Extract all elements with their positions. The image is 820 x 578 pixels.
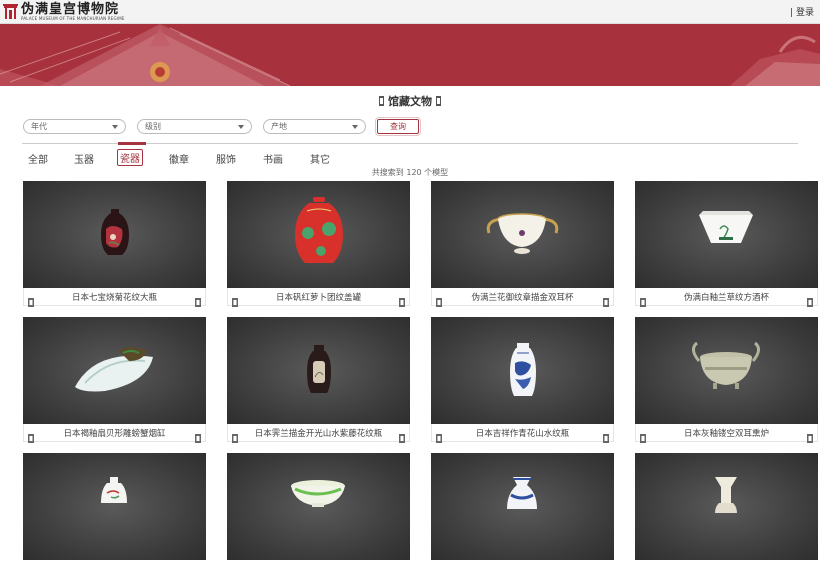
artifact-card[interactable] [635,453,818,578]
artifact-title: 日本褐釉扇贝形雕螃蟹烟缸 [63,428,166,439]
artifact-thumbnail [635,181,818,288]
artifact-card[interactable]: 伪满兰花御纹章描金双耳杯 [431,181,614,307]
artifact-card[interactable]: 日本七宝烧菊花纹大瓶 [23,181,206,307]
scroll-ornament-icon [603,292,609,307]
scroll-ornament-icon [399,428,405,443]
artifact-title: 日本七宝烧菊花纹大瓶 [71,292,157,303]
artifact-thumbnail [23,317,206,424]
active-tab-indicator [118,142,146,145]
scroll-ornament-icon [807,428,813,443]
chevron-down-icon [238,124,244,129]
artifact-title: 日本霁兰描金开光山水紫藤花纹瓶 [254,428,383,439]
shell-ashtray-icon [75,347,153,392]
logo-english-name: PALACE MUSEUM OF THE MANCHURIAN REGIME [21,15,125,21]
scroll-ornament-icon [379,96,384,106]
scroll-ornament-icon [640,428,646,443]
artifact-thumbnail [227,181,410,288]
scroll-ornament-icon [28,428,34,443]
museum-logo[interactable]: 伪满皇宫博物院 PALACE MUSEUM OF THE MANCHURIAN … [3,3,125,21]
artifact-thumbnail [431,317,614,424]
artifact-card[interactable]: 日本吉祥作青花山水纹瓶 [431,317,614,443]
square-cup-icon [699,211,753,243]
era-select-label: 年代 [31,122,47,131]
artifact-thumbnail [635,317,818,424]
login-link[interactable]: | 登录 [790,5,814,18]
artifact-title: 日本灰釉镂空双耳熏炉 [683,428,769,439]
artifact-title: 伪满兰花御纹章描金双耳杯 [471,292,574,303]
scroll-ornament-icon [399,292,405,307]
collection-title-text: 馆藏文物 [388,95,432,108]
tab-porcelain[interactable]: 瓷器 [117,149,143,166]
scroll-ornament-icon [436,428,442,443]
artifact-title: 日本矾红萝卜团纹盖罐 [275,292,361,303]
origin-select[interactable]: 产地 [263,119,366,134]
red-lidded-jar-icon [295,197,343,263]
scroll-ornament-icon [640,292,646,307]
tab-all[interactable]: 全部 [28,151,48,166]
artifact-card[interactable]: 日本褐釉扇贝形雕螃蟹烟缸 [23,317,206,443]
collection-title: 馆藏文物 [0,90,820,112]
censer-icon [692,341,760,389]
era-select[interactable]: 年代 [23,119,126,134]
tab-badges[interactable]: 徽章 [169,151,189,166]
tab-jade[interactable]: 玉器 [74,151,94,166]
artifact-card[interactable]: 日本灰釉镂空双耳熏炉 [635,317,818,443]
artifact-card[interactable] [227,453,410,578]
scroll-ornament-icon [807,292,813,307]
logo-chinese-name: 伪满皇宫博物院 [21,1,120,17]
grade-select[interactable]: 级别 [137,119,252,134]
dark-vase-icon [307,345,331,393]
artifact-title: 日本吉祥作青花山水纹瓶 [475,428,570,439]
artifact-thumbnail [431,181,614,288]
grade-select-label: 级别 [145,122,161,131]
artifact-thumbnail [227,317,410,424]
tab-costume[interactable]: 服饰 [216,151,236,166]
artifact-card[interactable]: 伪满白釉兰草纹方酒杯 [635,181,818,307]
filter-bar: 年代 级别 产地 查询 [0,117,820,136]
red-black-vase-icon [101,209,129,255]
palace-logo-icon [3,3,18,20]
artifact-card[interactable]: 日本矾红萝卜团纹盖罐 [227,181,410,307]
scroll-ornament-icon [603,428,609,443]
tab-other[interactable]: 其它 [310,151,330,166]
chevron-down-icon [352,124,358,129]
artifact-thumbnail [23,181,206,288]
artifact-title: 伪满白釉兰草纹方酒杯 [683,292,769,303]
artifact-card[interactable]: 日本霁兰描金开光山水紫藤花纹瓶 [227,317,410,443]
tab-calligraphy[interactable]: 书画 [263,151,283,166]
scroll-ornament-icon [232,292,238,307]
origin-select-label: 产地 [271,122,287,131]
scroll-ornament-icon [195,292,201,307]
blue-white-vase-icon [510,343,536,396]
scroll-ornament-icon [195,428,201,443]
scroll-ornament-icon [28,292,34,307]
artifact-card[interactable] [431,453,614,578]
two-handled-cup-icon [486,213,559,254]
scroll-ornament-icon [436,292,442,307]
palace-roof-banner [0,24,820,86]
chevron-down-icon [112,124,118,129]
top-bar: 伪满皇宫博物院 PALACE MUSEUM OF THE MANCHURIAN … [0,0,820,24]
artifact-card[interactable] [23,453,206,578]
query-button[interactable]: 查询 [375,117,421,136]
scroll-ornament-icon [232,428,238,443]
category-tabs: 全部 玉器 瓷器 徽章 服饰 书画 其它 [22,142,798,169]
scroll-ornament-icon [436,96,441,106]
